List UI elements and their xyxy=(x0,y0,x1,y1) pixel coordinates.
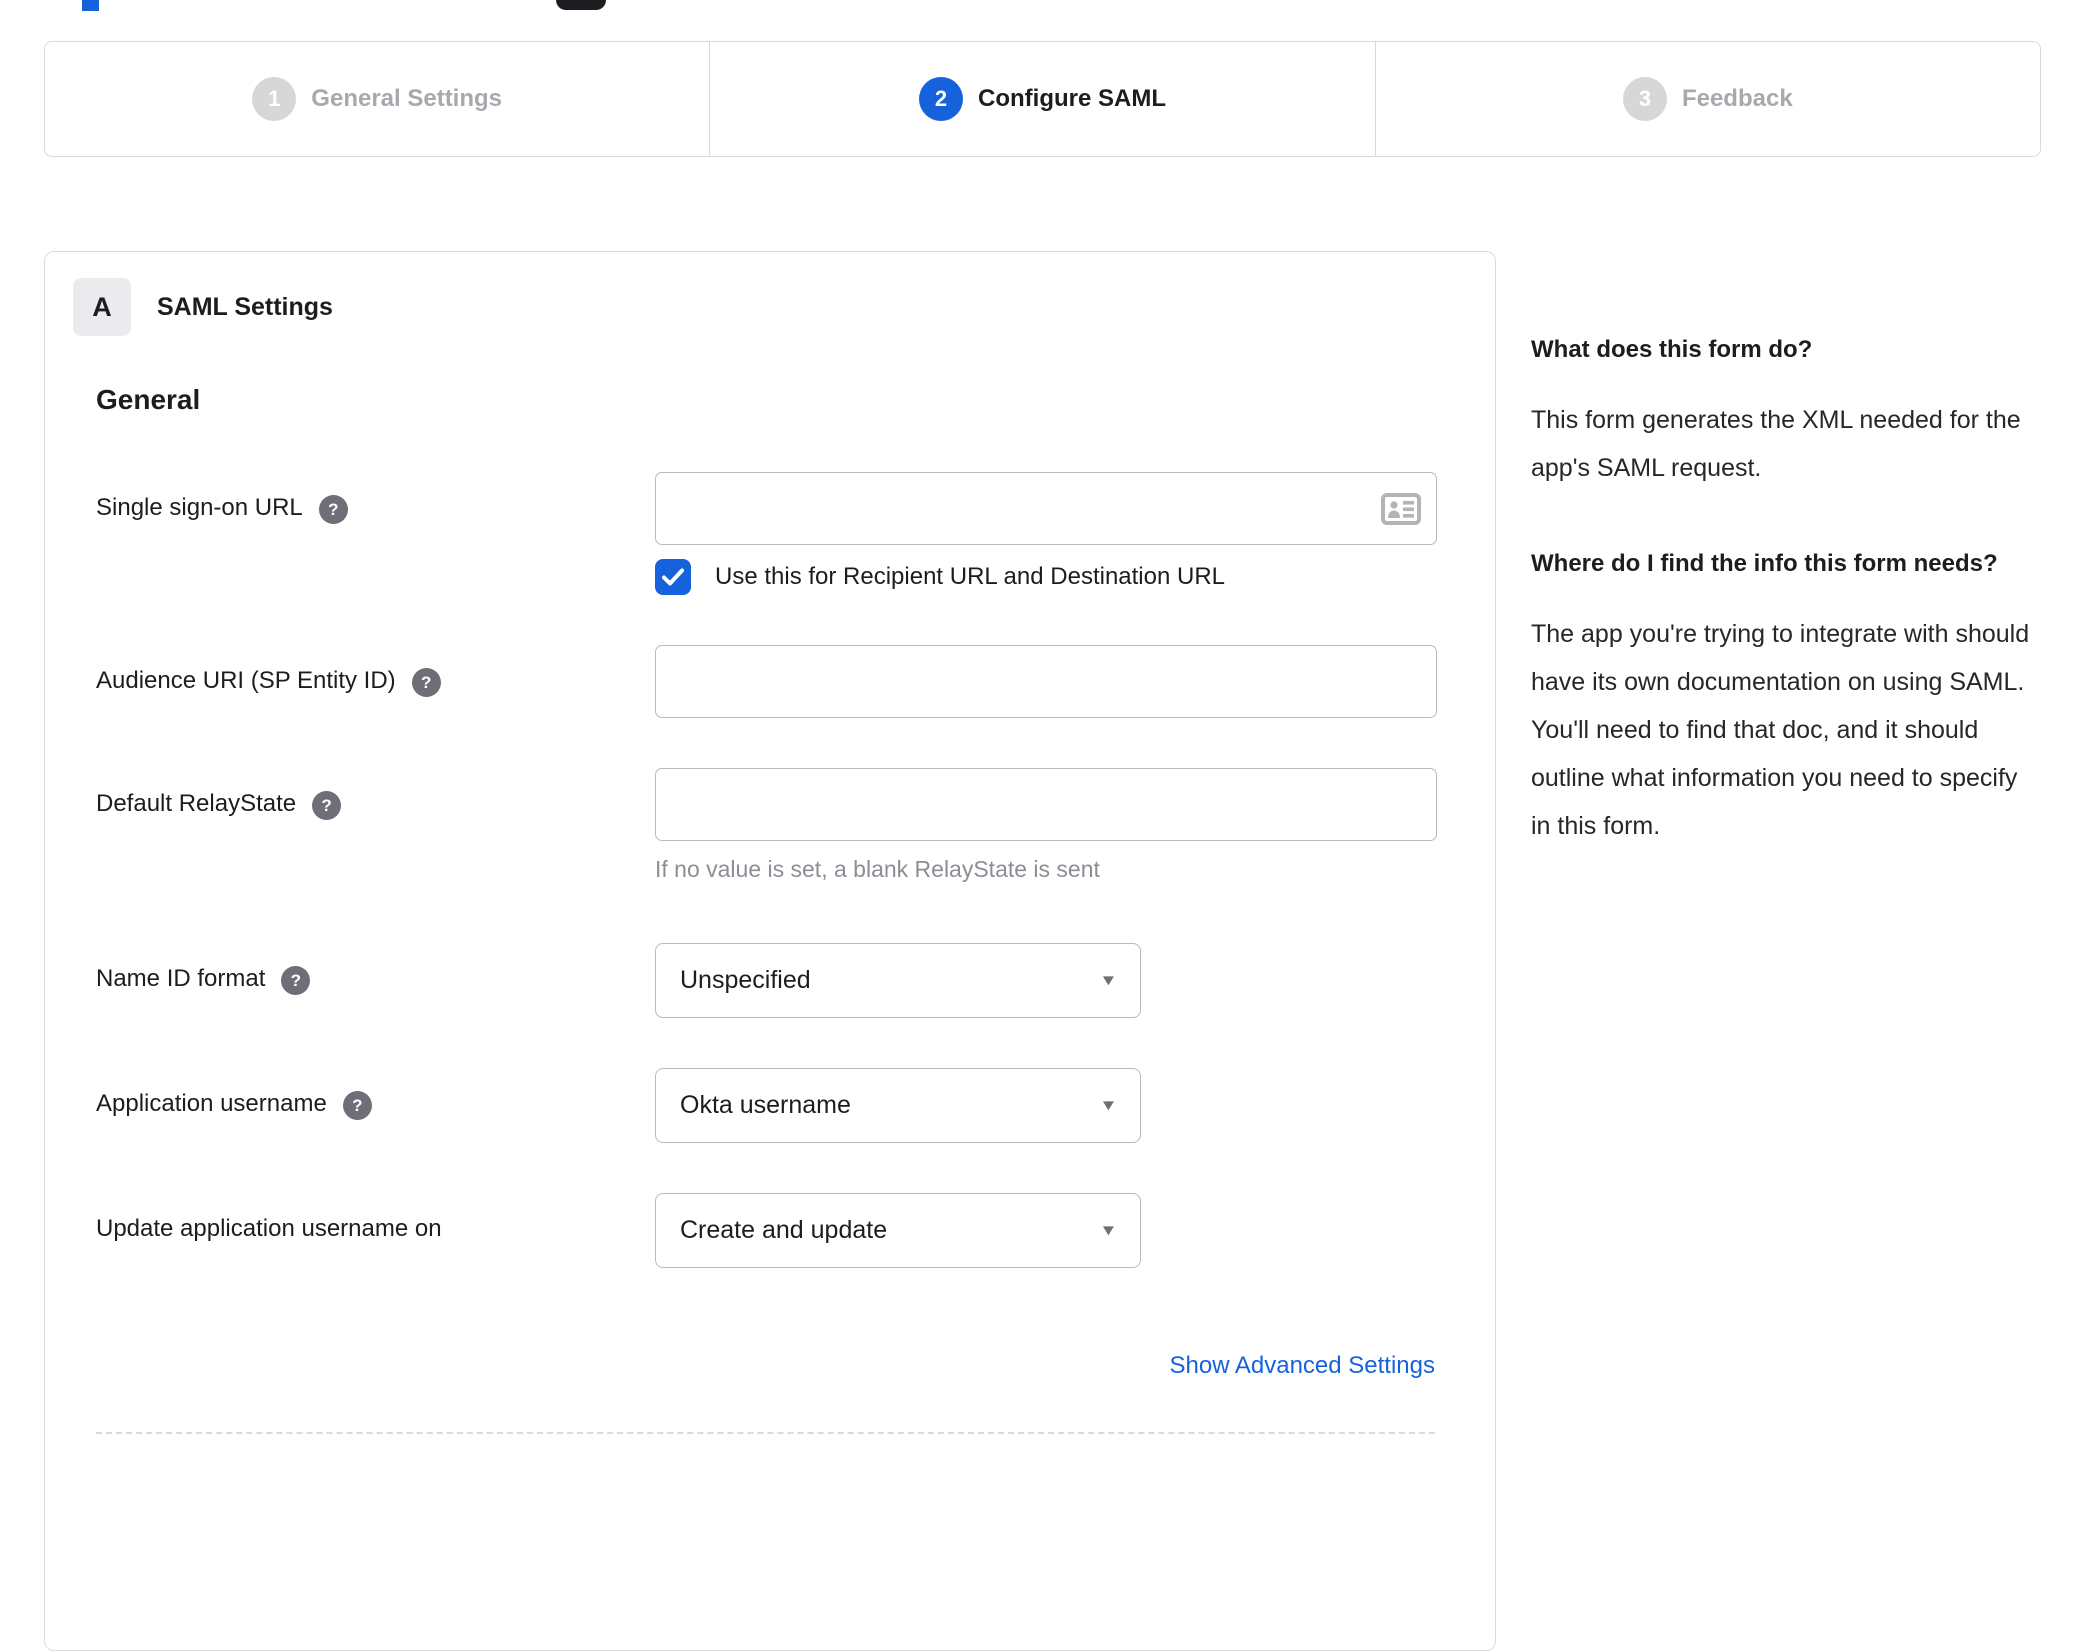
saml-form: Single sign-on URL ? Use this for Recipi… xyxy=(96,472,1437,1434)
help-body-what: This form generates the XML needed for t… xyxy=(1531,406,2021,482)
panel-header: A SAML Settings xyxy=(73,278,1435,336)
general-group-heading: General xyxy=(96,384,201,415)
application-username-label: Application username ? xyxy=(96,1068,655,1143)
update-application-username-label: Update application username on xyxy=(96,1215,442,1242)
name-id-format-select[interactable]: Unspecified ▼ xyxy=(655,943,1141,1018)
step-3-number-badge: 3 xyxy=(1622,77,1667,121)
recipient-url-checkbox[interactable] xyxy=(655,559,691,595)
audience-uri-input[interactable] xyxy=(655,645,1437,718)
row-audience-uri: Audience URI (SP Entity ID) ? xyxy=(96,645,1437,718)
saml-settings-panel: A SAML Settings General Single sign-on U… xyxy=(44,251,1496,1651)
help-icon[interactable]: ? xyxy=(318,495,348,524)
step-2-label: Configure SAML xyxy=(978,85,1166,112)
help-body-where: The app you're trying to integrate with … xyxy=(1531,620,2030,840)
step-general-settings[interactable]: 1 General Settings xyxy=(45,42,711,156)
contact-card-icon[interactable] xyxy=(1381,491,1421,532)
help-heading-where: Where do I find the info this form needs… xyxy=(1531,550,1998,577)
step-3-label: Feedback xyxy=(1681,85,1793,112)
step-1-number-badge: 1 xyxy=(252,77,297,121)
single-sign-on-url-input[interactable] xyxy=(655,472,1437,545)
section-dashed-divider xyxy=(96,1432,1435,1434)
panel-title: SAML Settings xyxy=(157,292,333,321)
chevron-down-icon: ▼ xyxy=(1099,1222,1118,1239)
show-advanced-settings-link[interactable]: Show Advanced Settings xyxy=(1169,1352,1435,1379)
row-default-relaystate: Default RelayState ? If no value is set,… xyxy=(96,768,1437,883)
help-icon[interactable]: ? xyxy=(411,668,441,697)
wizard-stepper: 1 General Settings 2 Configure SAML 3 Fe… xyxy=(44,41,2041,157)
default-relaystate-label: Default RelayState ? xyxy=(96,768,655,883)
single-sign-on-url-label: Single sign-on URL ? xyxy=(96,472,655,595)
step-feedback[interactable]: 3 Feedback xyxy=(1376,42,2040,156)
help-icon[interactable]: ? xyxy=(342,1091,372,1120)
help-heading-what: What does this form do? xyxy=(1531,336,1813,363)
step-1-label: General Settings xyxy=(311,85,503,112)
row-update-application-username: Update application username on Create an… xyxy=(96,1193,1435,1268)
recipient-url-checkbox-row: Use this for Recipient URL and Destinati… xyxy=(655,559,1437,595)
chevron-down-icon: ▼ xyxy=(1099,1097,1118,1114)
section-a-badge: A xyxy=(73,278,131,336)
relaystate-helper-text: If no value is set, a blank RelayState i… xyxy=(655,856,1100,882)
update-application-username-value: Create and update xyxy=(680,1216,888,1244)
recipient-url-checkbox-label: Use this for Recipient URL and Destinati… xyxy=(715,563,1226,590)
name-id-format-value: Unspecified xyxy=(680,966,811,994)
lock-icon-fragment xyxy=(556,0,606,10)
chevron-down-icon: ▼ xyxy=(1099,972,1118,989)
help-panel: What does this form do? This form genera… xyxy=(1531,330,2041,850)
advanced-settings-row: Show Advanced Settings xyxy=(96,1352,1435,1380)
row-single-sign-on-url: Single sign-on URL ? Use this for Recipi… xyxy=(96,472,1437,595)
audience-uri-label: Audience URI (SP Entity ID) ? xyxy=(96,645,655,718)
name-id-format-label: Name ID format ? xyxy=(96,943,655,1018)
row-name-id-format: Name ID format ? Unspecified ▼ xyxy=(96,943,1435,1018)
logo-fragment-icon xyxy=(82,0,99,11)
help-icon[interactable]: ? xyxy=(281,966,311,995)
step-2-number-badge: 2 xyxy=(919,77,963,121)
row-application-username: Application username ? Okta username ▼ xyxy=(96,1068,1435,1143)
help-section-where: Where do I find the info this form needs… xyxy=(1531,544,2041,850)
default-relaystate-input[interactable] xyxy=(655,768,1437,841)
application-username-select[interactable]: Okta username ▼ xyxy=(655,1068,1141,1143)
help-icon[interactable]: ? xyxy=(312,791,342,820)
step-configure-saml[interactable]: 2 Configure SAML xyxy=(710,42,1376,156)
update-application-username-select[interactable]: Create and update ▼ xyxy=(655,1193,1141,1268)
application-username-value: Okta username xyxy=(680,1091,851,1119)
help-section-what: What does this form do? This form genera… xyxy=(1531,330,2041,492)
